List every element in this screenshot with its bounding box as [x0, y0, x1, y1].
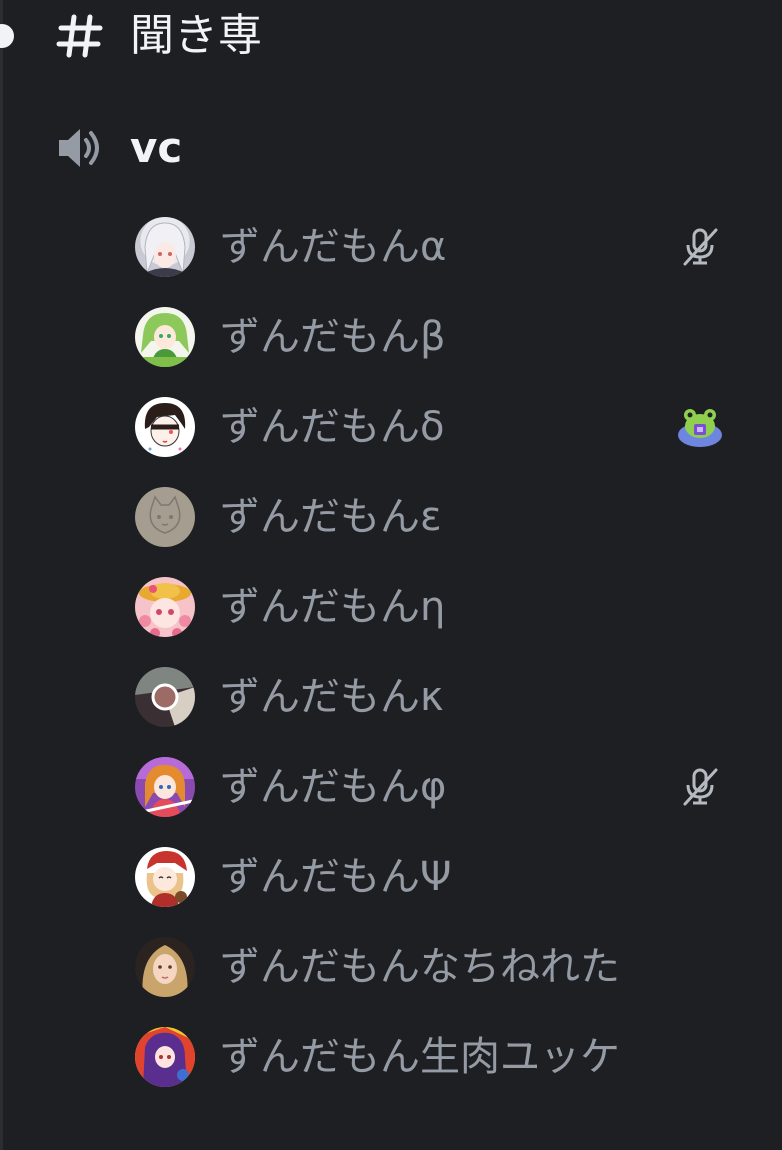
avatar — [135, 757, 195, 817]
voice-channel-name: vc — [130, 123, 183, 172]
member-name: ずんだもんα — [220, 224, 447, 270]
member-name: ずんだもん生肉ユッケ — [220, 1034, 620, 1080]
member-name: ずんだもんΨ — [220, 854, 452, 900]
voice-member[interactable]: ずんだもんなちねれた — [135, 922, 735, 1012]
speaker-icon — [55, 123, 105, 173]
member-name: ずんだもんη — [220, 584, 446, 630]
voice-member[interactable]: ずんだもんα — [135, 202, 735, 292]
voice-member[interactable]: ずんだもんφ — [135, 742, 735, 832]
sidebar-edge — [0, 0, 3, 1150]
avatar — [135, 667, 195, 727]
avatar — [135, 1027, 195, 1087]
avatar — [135, 487, 195, 547]
voice-channel-vc[interactable]: vc — [55, 118, 182, 178]
avatar — [135, 307, 195, 367]
avatar — [135, 217, 195, 277]
avatar — [135, 577, 195, 637]
mic-muted-icon — [675, 222, 725, 272]
voice-member[interactable]: ずんだもんκ — [135, 652, 735, 742]
member-name: ずんだもんδ — [220, 404, 445, 450]
channel-name: 聞き専 — [130, 10, 262, 61]
member-name: ずんだもんβ — [220, 314, 446, 360]
avatar — [135, 847, 195, 907]
member-name: ずんだもんφ — [220, 764, 447, 810]
member-name: ずんだもんκ — [220, 674, 444, 720]
hashtag-icon — [55, 11, 105, 61]
voice-member[interactable]: ずんだもんδ — [135, 382, 735, 472]
avatar — [135, 937, 195, 997]
voice-member[interactable]: ずんだもんη — [135, 562, 735, 652]
channel-kikisen[interactable]: 聞き専 — [55, 6, 262, 66]
frog-emoji-icon — [675, 402, 725, 452]
unread-indicator — [0, 24, 14, 48]
member-name: ずんだもんε — [220, 494, 442, 540]
member-name: ずんだもんなちねれた — [220, 944, 620, 990]
voice-member[interactable]: ずんだもん生肉ユッケ — [135, 1012, 735, 1102]
avatar — [135, 397, 195, 457]
voice-member[interactable]: ずんだもんε — [135, 472, 735, 562]
voice-member[interactable]: ずんだもんΨ — [135, 832, 735, 922]
voice-member-list: ずんだもんα ずんだもんβ ずんだもんδ ずんだもんε ずんだもんη ずんだもん… — [135, 202, 735, 1102]
mic-muted-icon — [675, 762, 725, 812]
voice-member[interactable]: ずんだもんβ — [135, 292, 735, 382]
